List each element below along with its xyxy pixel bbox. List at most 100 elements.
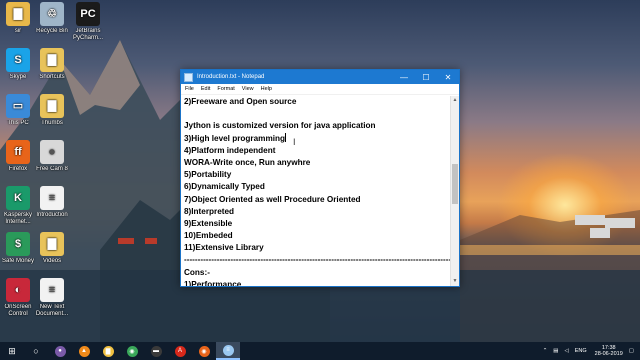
desktop-icon-glyph-icon: ◐ bbox=[6, 278, 30, 302]
desktop-icon-glyph-icon: ▇ bbox=[40, 48, 64, 72]
text-line: 11)Extensive Library bbox=[184, 242, 450, 254]
menu-view[interactable]: View bbox=[242, 86, 254, 92]
text-line: 4)Platform independent bbox=[184, 145, 450, 157]
desktop-icon-glyph-icon: PC bbox=[76, 2, 100, 26]
scroll-up-arrow[interactable]: ▲ bbox=[451, 96, 459, 105]
search-button[interactable]: ○ bbox=[24, 342, 48, 360]
text-line: WORA-Write once, Run anywhre bbox=[184, 157, 450, 169]
text-line-content: WORA-Write once, Run anywhre bbox=[184, 157, 311, 167]
vertical-scrollbar[interactable]: ▲ ▼ bbox=[450, 96, 459, 286]
start-button[interactable]: ⊞ bbox=[0, 342, 24, 360]
text-line: 5)Portability bbox=[184, 169, 450, 181]
desktop-icon-label: JetBrains PyCharm... bbox=[72, 28, 103, 41]
menu-format[interactable]: Format bbox=[217, 86, 234, 92]
menu-edit[interactable]: Edit bbox=[201, 86, 210, 92]
taskbar-app-vlc[interactable]: ▲ bbox=[72, 342, 96, 360]
text-line: 3)High level programming bbox=[184, 132, 450, 145]
text-line: 1)Performance bbox=[184, 279, 450, 286]
taskbar: ⊞ ○ ● ▲ ▇ ◉ ▬ A ◉ ≡ ⌃ ▤ ◁ ENG 17:38 28-06-2019 … bbox=[0, 342, 640, 360]
desktop-icon-glyph-icon: ▇ bbox=[40, 94, 64, 118]
chrome-icon: ◉ bbox=[126, 345, 138, 357]
explorer-icon: ▇ bbox=[102, 345, 114, 357]
scrollbar-thumb[interactable] bbox=[452, 164, 458, 205]
system-tray: ⌃ ▤ ◁ ENG 17:38 28-06-2019 ▢ bbox=[537, 342, 640, 360]
terminal-icon: ▬ bbox=[150, 345, 162, 357]
notepad-titlebar[interactable]: Introduction.txt - Notepad — ☐ ✕ bbox=[181, 70, 459, 84]
desktop-icon-glyph-icon: ≡ bbox=[40, 278, 64, 302]
text-line: 10)Embeded bbox=[184, 230, 450, 242]
taskbar-app-chrome[interactable]: ◉ bbox=[120, 342, 144, 360]
desktop-icon-glyph-icon: ▭ bbox=[6, 94, 30, 118]
taskbar-app-explorer[interactable]: ▇ bbox=[96, 342, 120, 360]
text-line: Cons:- bbox=[184, 267, 450, 279]
text-line: 8)Interpreted bbox=[184, 206, 450, 218]
taskbar-app-firefox[interactable]: ◉ bbox=[192, 342, 216, 360]
close-button[interactable]: ✕ bbox=[437, 70, 459, 84]
firefox-icon: ◉ bbox=[198, 345, 210, 357]
text-line: 6)Dynamically Typed bbox=[184, 181, 450, 193]
text-line bbox=[184, 108, 450, 120]
desktop-icon-label: Introduction bbox=[36, 212, 68, 218]
maximize-button[interactable]: ☐ bbox=[415, 70, 437, 84]
text-line-content: ----------------------------------------… bbox=[184, 255, 450, 265]
text-line-content: 8)Interpreted bbox=[184, 206, 235, 216]
desktop-icon-glyph-icon: ff bbox=[6, 140, 30, 164]
text-line-content: 2)Freeware and Open source bbox=[184, 97, 297, 106]
scroll-down-arrow[interactable]: ▼ bbox=[451, 277, 459, 286]
text-line-content: Jython is customized version for java ap… bbox=[184, 121, 376, 131]
text-line: ----------------------------------------… bbox=[184, 254, 450, 266]
text-line: 2)Freeware and Open source bbox=[184, 96, 450, 108]
taskbar-app-obs[interactable]: ● bbox=[48, 342, 72, 360]
desktop-icon-glyph-icon: ▇ bbox=[40, 232, 64, 256]
language-indicator[interactable]: ENG bbox=[575, 348, 587, 354]
volume-icon[interactable]: ◁ bbox=[565, 348, 569, 354]
taskbar-apps: ● ▲ ▇ ◉ ▬ A ◉ ≡ bbox=[48, 342, 240, 360]
menu-file[interactable]: File bbox=[185, 86, 194, 92]
text-line-content: 6)Dynamically Typed bbox=[184, 182, 265, 192]
notepad-app-icon bbox=[184, 72, 193, 82]
desktop-icon-glyph-icon: ● bbox=[40, 140, 64, 164]
menu-help[interactable]: Help bbox=[261, 86, 272, 92]
desktop-icon[interactable]: ▇ Thumbs bbox=[30, 94, 74, 127]
text-line-content: 11)Extensive Library bbox=[184, 243, 264, 253]
text-editor[interactable]: 2)Freeware and Open source Jython is cust… bbox=[181, 96, 450, 286]
desktop-icon-glyph-icon: K bbox=[6, 186, 30, 210]
desktop-icon-label: Shortcuts bbox=[39, 74, 65, 80]
taskbar-app-notepad[interactable]: ≡ bbox=[216, 342, 240, 360]
obs-icon: ● bbox=[54, 345, 66, 357]
text-line: 9)Extensible bbox=[184, 218, 450, 230]
desktop-icon-glyph-icon: ♲ bbox=[40, 2, 64, 26]
tray-chevron-icon[interactable]: ⌃ bbox=[543, 348, 548, 354]
desktop-icon-label: Videos bbox=[42, 258, 62, 264]
text-line-content: 10)Embeded bbox=[184, 231, 233, 241]
vlc-icon: ▲ bbox=[78, 345, 90, 357]
text-line-content: Cons:- bbox=[184, 267, 210, 277]
desktop-icon[interactable]: ● Free Cam 8 bbox=[30, 140, 74, 173]
text-line-content: 5)Portability bbox=[184, 170, 232, 180]
desktop-icon[interactable]: ▇ Videos bbox=[30, 232, 74, 265]
desktop-icon[interactable]: PC JetBrains PyCharm... bbox=[66, 2, 110, 42]
text-line-content: 4)Platform independent bbox=[184, 145, 276, 155]
desktop-icon-glyph-icon: S bbox=[6, 48, 30, 72]
desktop-icon-glyph-icon: $ bbox=[6, 232, 30, 256]
desktop-icon-label: Thumbs bbox=[41, 120, 63, 126]
desktop-icon[interactable]: ▇ Shortcuts bbox=[30, 48, 74, 81]
taskbar-app-acrobat[interactable]: A bbox=[168, 342, 192, 360]
clock[interactable]: 17:38 28-06-2019 bbox=[595, 345, 623, 358]
notifications-icon[interactable]: ▢ bbox=[629, 348, 634, 354]
desktop-icon[interactable]: ≡ New Text Document... bbox=[30, 278, 74, 318]
ibeam-cursor-icon: I bbox=[293, 137, 296, 147]
text-line-content: 7)Object Oriented as well Procedure Orie… bbox=[184, 194, 361, 204]
network-icon[interactable]: ▤ bbox=[553, 348, 558, 354]
desktop-icon-glyph-icon: ≡ bbox=[40, 186, 64, 210]
acrobat-icon: A bbox=[174, 345, 186, 357]
menu-bar: File Edit Format View Help bbox=[181, 84, 459, 95]
desktop-icon-glyph-icon: ▇ bbox=[6, 2, 30, 26]
minimize-button[interactable]: — bbox=[393, 70, 415, 84]
desktop-icon[interactable]: ≡ Introduction bbox=[30, 186, 74, 219]
text-line-content: 9)Extensible bbox=[184, 218, 233, 228]
desktop-icon-label: New Text Document... bbox=[35, 304, 69, 317]
notepad-window[interactable]: Introduction.txt - Notepad — ☐ ✕ File Ed… bbox=[180, 69, 460, 287]
notepad-icon: ≡ bbox=[222, 344, 234, 356]
taskbar-app-terminal[interactable]: ▬ bbox=[144, 342, 168, 360]
